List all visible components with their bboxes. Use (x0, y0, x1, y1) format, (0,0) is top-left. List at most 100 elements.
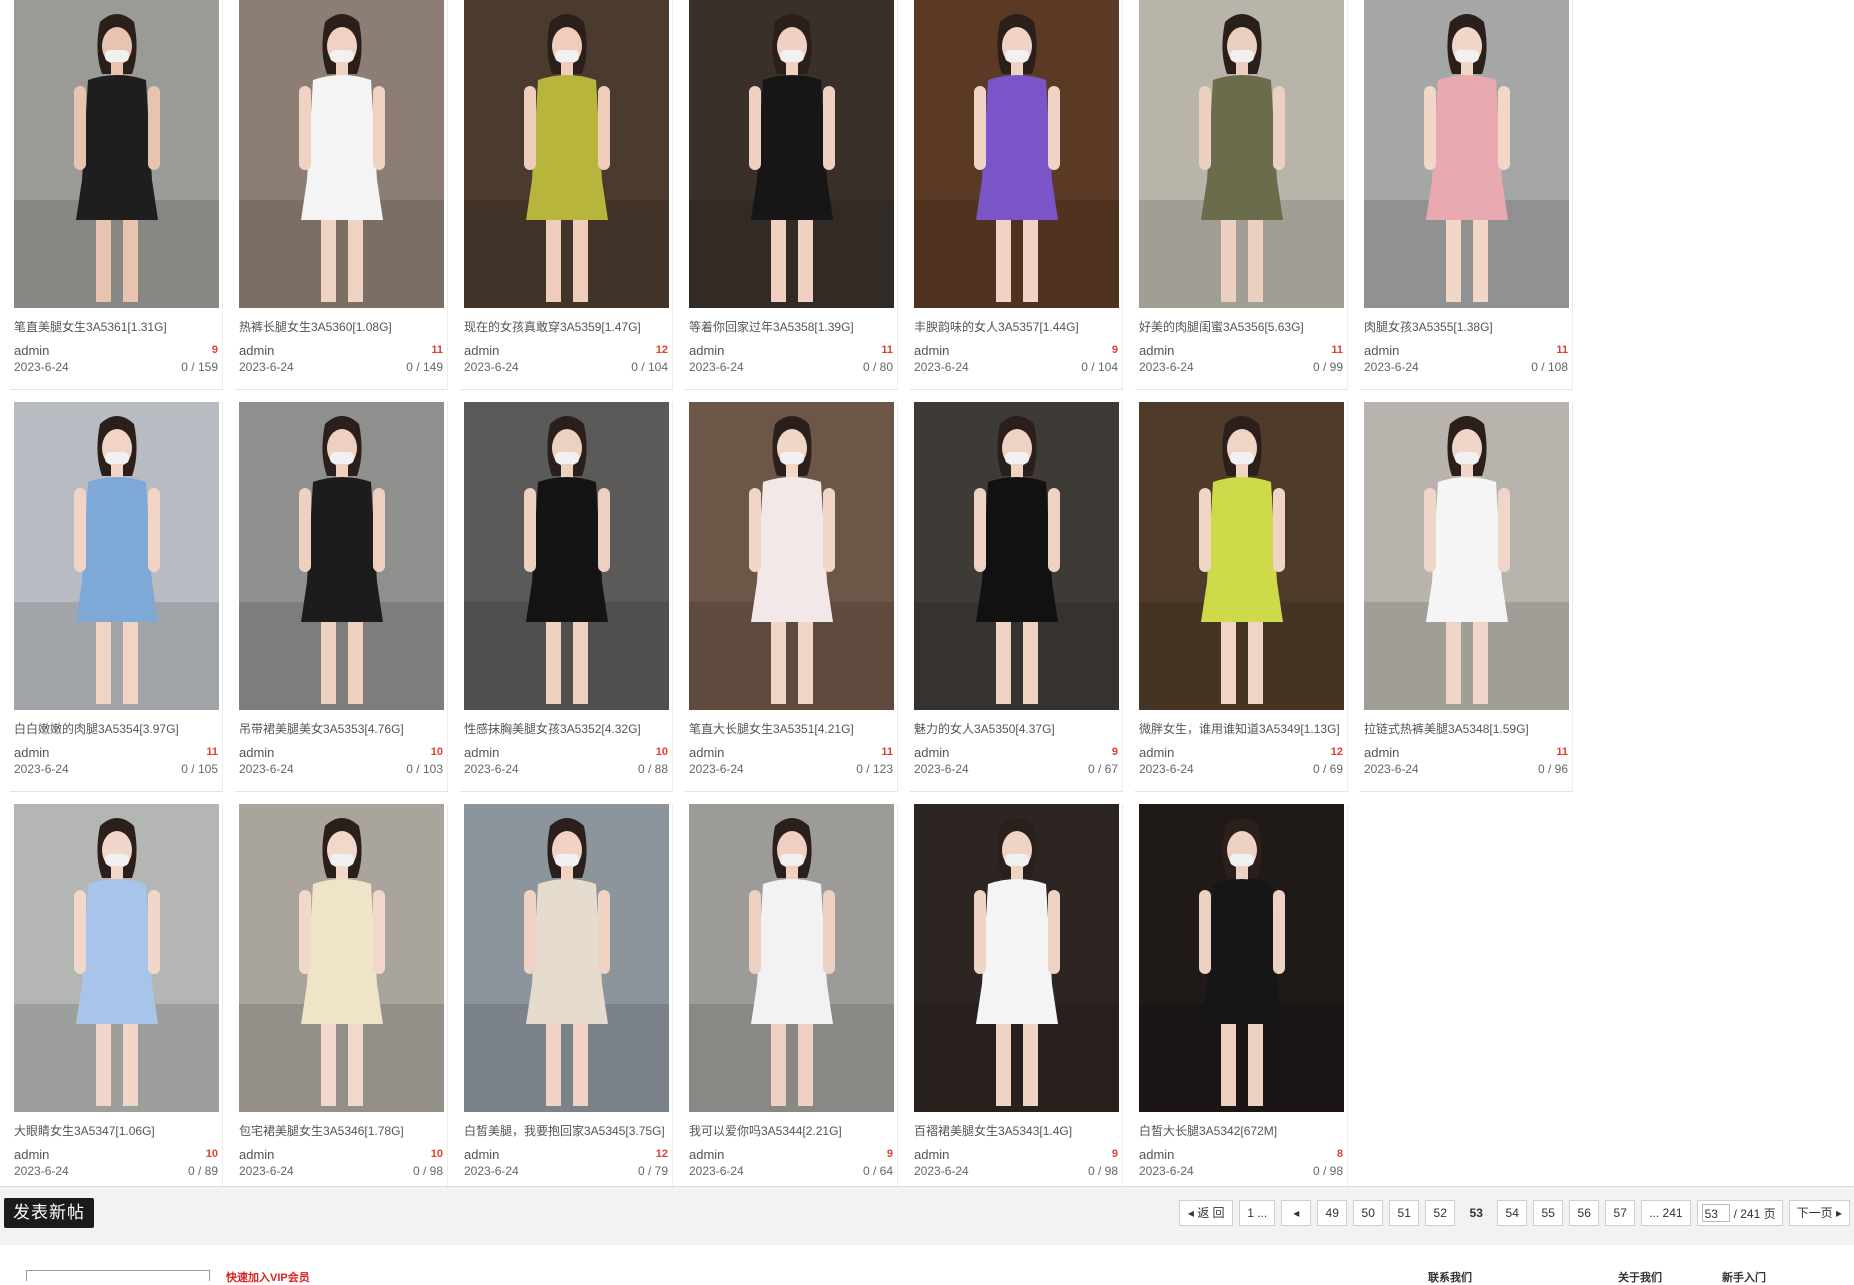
thread-thumbnail[interactable] (914, 402, 1119, 710)
thread-thumbnail[interactable] (14, 402, 219, 710)
back-button[interactable]: ◂ 返 回 (1179, 1200, 1234, 1226)
thread-card[interactable]: 白白嫩嫩的肉腿3A5354[3.97G] admin 11 2023-6-24 0 / … (10, 402, 223, 792)
thread-thumbnail[interactable] (464, 402, 669, 710)
thread-thumbnail[interactable] (239, 402, 444, 710)
author-name[interactable]: admin (689, 744, 724, 761)
thread-title[interactable]: 丰腴韵味的女人3A5357[1.44G] (914, 319, 1118, 335)
thread-card[interactable]: 性感抹胸美腿女孩3A5352[4.32G] admin 10 2023-6-24 0 /… (460, 402, 673, 792)
thread-thumbnail[interactable] (689, 804, 894, 1112)
author-name[interactable]: admin (1364, 744, 1399, 761)
author-name[interactable]: admin (689, 1146, 724, 1163)
author-name[interactable]: admin (914, 342, 949, 359)
thread-title[interactable]: 大眼睛女生3A5347[1.06G] (14, 1123, 218, 1139)
thread-card[interactable]: 大眼睛女生3A5347[1.06G] admin 10 2023-6-24 0 / 89 (10, 804, 223, 1194)
thread-thumbnail[interactable] (464, 0, 669, 308)
prev-page-button[interactable]: ◂ (1281, 1200, 1312, 1226)
thread-title[interactable]: 笔直美腿女生3A5361[1.31G] (14, 319, 218, 335)
author-name[interactable]: admin (239, 744, 274, 761)
thread-title[interactable]: 肉腿女孩3A5355[1.38G] (1364, 319, 1568, 335)
thread-title[interactable]: 魅力的女人3A5350[4.37G] (914, 721, 1118, 737)
thread-card[interactable]: 热裤长腿女生3A5360[1.08G] admin 11 2023-6-24 0 / 1… (235, 0, 448, 390)
thread-title[interactable]: 性感抹胸美腿女孩3A5352[4.32G] (464, 721, 668, 737)
thread-title[interactable]: 等着你回家过年3A5358[1.39G] (689, 319, 893, 335)
thread-card[interactable]: 肉腿女孩3A5355[1.38G] admin 11 2023-6-24 0 / 108 (1360, 0, 1573, 390)
thread-title[interactable]: 白皙美腿，我要抱回家3A5345[3.75G] (464, 1123, 668, 1139)
author-name[interactable]: admin (1364, 342, 1399, 359)
thread-thumbnail[interactable] (14, 0, 219, 308)
thread-thumbnail[interactable] (914, 804, 1119, 1112)
next-page-button[interactable]: 下一页 ▸ (1788, 1200, 1850, 1226)
author-name[interactable]: admin (14, 1146, 49, 1163)
author-name[interactable]: admin (1139, 1146, 1174, 1163)
thread-card[interactable]: 微胖女生，谁用谁知道3A5349[1.13G] admin 12 2023-6-24 0… (1135, 402, 1348, 792)
thread-thumbnail[interactable] (1139, 402, 1344, 710)
thread-thumbnail[interactable] (689, 0, 894, 308)
thread-title[interactable]: 白白嫩嫩的肉腿3A5354[3.97G] (14, 721, 218, 737)
thread-card[interactable]: 白皙大长腿3A5342[672M] admin 8 2023-6-24 0 / 98 (1135, 804, 1348, 1194)
author-name[interactable]: admin (14, 342, 49, 359)
author-name[interactable]: admin (1139, 744, 1174, 761)
thread-title[interactable]: 包宅裙美腿女生3A5346[1.78G] (239, 1123, 443, 1139)
thread-card[interactable]: 白皙美腿，我要抱回家3A5345[3.75G] admin 12 2023-6-24 0… (460, 804, 673, 1194)
thread-card[interactable]: 我可以爱你吗3A5344[2.21G] admin 9 2023-6-24 0 / 64 (685, 804, 898, 1194)
new-post-button[interactable]: 发表新帖 (4, 1198, 94, 1228)
thread-thumbnail[interactable] (914, 0, 1119, 308)
thread-title[interactable]: 现在的女孩真敢穿3A5359[1.47G] (464, 319, 668, 335)
page-number[interactable]: 54 (1497, 1200, 1528, 1226)
page-number[interactable]: 52 (1425, 1200, 1456, 1226)
author-name[interactable]: admin (14, 744, 49, 761)
thread-title[interactable]: 好美的肉腿闺蜜3A5356[5.63G] (1139, 319, 1343, 335)
author-name[interactable]: admin (464, 342, 499, 359)
thread-card[interactable]: 笔直美腿女生3A5361[1.31G] admin 9 2023-6-24 0 / 15… (10, 0, 223, 390)
thread-card[interactable]: 吊带裙美腿美女3A5353[4.76G] admin 10 2023-6-24 0 / … (235, 402, 448, 792)
author-name[interactable]: admin (689, 342, 724, 359)
thread-thumbnail[interactable] (1139, 0, 1344, 308)
thread-card[interactable]: 丰腴韵味的女人3A5357[1.44G] admin 9 2023-6-24 0 / 1… (910, 0, 1123, 390)
page-number[interactable]: 50 (1353, 1200, 1384, 1226)
thread-card[interactable]: 百褶裙美腿女生3A5343[1.4G] admin 9 2023-6-24 0 / 98 (910, 804, 1123, 1194)
page-last[interactable]: ... 241 (1641, 1200, 1691, 1226)
page-number[interactable]: 57 (1605, 1200, 1636, 1226)
thread-title[interactable]: 拉链式热裤美腿3A5348[1.59G] (1364, 721, 1568, 737)
author-name[interactable]: admin (914, 744, 949, 761)
page-first[interactable]: 1 ... (1239, 1200, 1276, 1226)
thread-title[interactable]: 热裤长腿女生3A5360[1.08G] (239, 319, 443, 335)
thread-card[interactable]: 魅力的女人3A5350[4.37G] admin 9 2023-6-24 0 / 67 (910, 402, 1123, 792)
thread-title[interactable]: 白皙大长腿3A5342[672M] (1139, 1123, 1343, 1139)
thread-thumbnail[interactable] (1364, 0, 1569, 308)
thread-thumbnail[interactable] (689, 402, 894, 710)
thread-title[interactable]: 微胖女生，谁用谁知道3A5349[1.13G] (1139, 721, 1343, 737)
footer-guide[interactable]: 新手入门 (1722, 1269, 1766, 1285)
thread-title[interactable]: 笔直大长腿女生3A5351[4.21G] (689, 721, 893, 737)
thread-thumbnail[interactable] (464, 804, 669, 1112)
thread-card[interactable]: 包宅裙美腿女生3A5346[1.78G] admin 10 2023-6-24 0 / … (235, 804, 448, 1194)
author-name[interactable]: admin (914, 1146, 949, 1163)
footer-about[interactable]: 关于我们 (1618, 1269, 1662, 1285)
thread-thumbnail[interactable] (239, 804, 444, 1112)
footer-vip-link[interactable]: 快速加入VIP会员 (226, 1269, 310, 1285)
thread-thumbnail[interactable] (14, 804, 219, 1112)
thread-card[interactable]: 现在的女孩真敢穿3A5359[1.47G] admin 12 2023-6-24 0 /… (460, 0, 673, 390)
thread-title[interactable]: 吊带裙美腿美女3A5353[4.76G] (239, 721, 443, 737)
page-jump-input[interactable]: 53 (1701, 1204, 1730, 1222)
author-name[interactable]: admin (464, 744, 499, 761)
author-name[interactable]: admin (239, 1146, 274, 1163)
author-name[interactable]: admin (1139, 342, 1174, 359)
thread-card[interactable]: 笔直大长腿女生3A5351[4.21G] admin 11 2023-6-24 0 / … (685, 402, 898, 792)
thread-thumbnail[interactable] (1139, 804, 1344, 1112)
thread-title[interactable]: 我可以爱你吗3A5344[2.21G] (689, 1123, 893, 1139)
author-name[interactable]: admin (464, 1146, 499, 1163)
thread-card[interactable]: 好美的肉腿闺蜜3A5356[5.63G] admin 11 2023-6-24 0 / … (1135, 0, 1348, 390)
page-number[interactable]: 49 (1317, 1200, 1348, 1226)
thread-card[interactable]: 拉链式热裤美腿3A5348[1.59G] admin 11 2023-6-24 0 / … (1360, 402, 1573, 792)
thread-thumbnail[interactable] (239, 0, 444, 308)
meta-row-author: admin 9 (914, 342, 1118, 359)
page-number[interactable]: 55 (1533, 1200, 1564, 1226)
thread-title[interactable]: 百褶裙美腿女生3A5343[1.4G] (914, 1123, 1118, 1139)
thread-thumbnail[interactable] (1364, 402, 1569, 710)
footer-contact[interactable]: 联系我们 (1428, 1269, 1472, 1285)
page-number[interactable]: 51 (1389, 1200, 1420, 1226)
author-name[interactable]: admin (239, 342, 274, 359)
thread-card[interactable]: 等着你回家过年3A5358[1.39G] admin 11 2023-6-24 0 / … (685, 0, 898, 390)
page-number[interactable]: 56 (1569, 1200, 1600, 1226)
